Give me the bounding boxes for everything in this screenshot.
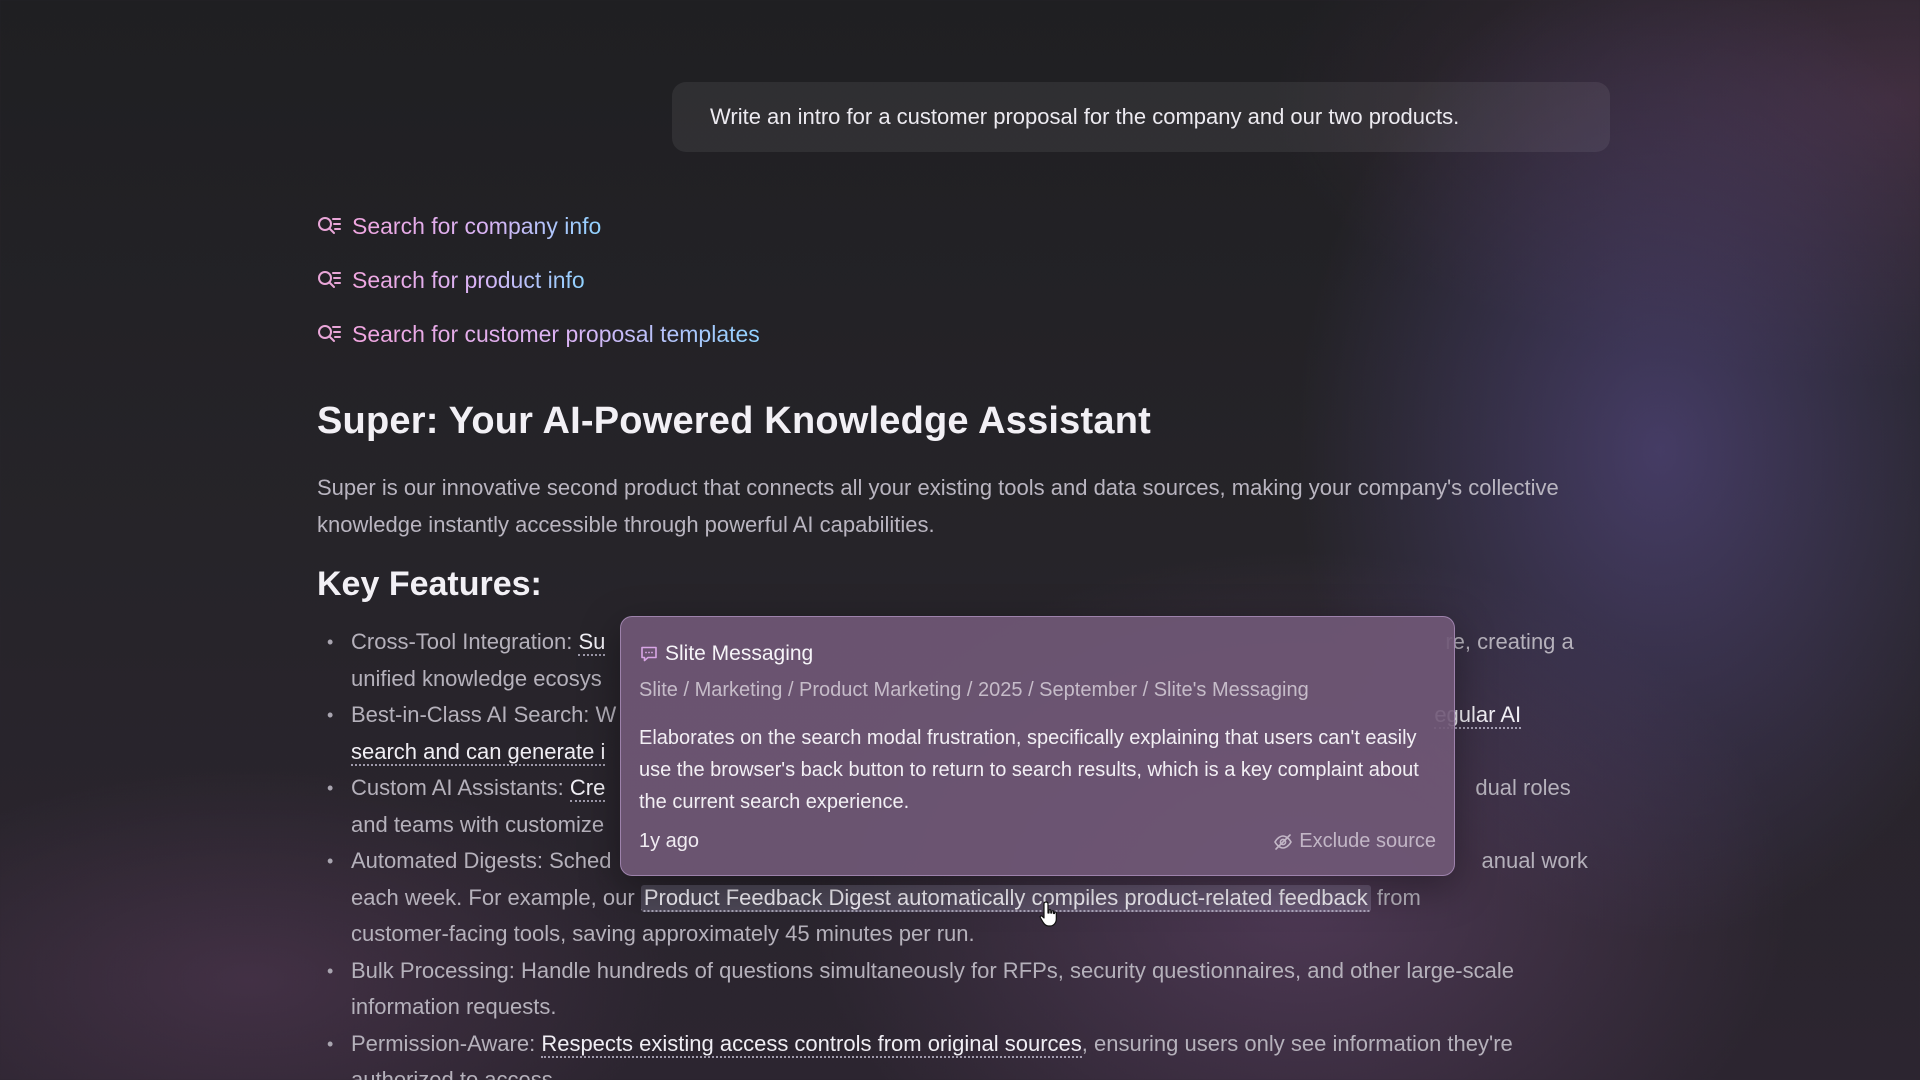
feature-text: Custom AI Assistants: [351, 775, 570, 800]
source-title[interactable]: Slite Messaging [639, 639, 1436, 669]
feature-text: customer-facing tools, saving approximat… [351, 921, 975, 946]
source-footer: 1y ago Exclude source [639, 830, 1436, 853]
citation-link-highlighted[interactable]: Product Feedback Digest automatically co… [640, 884, 1371, 912]
prompt-bubble: Write an intro for a customer proposal f… [672, 82, 1610, 152]
message-icon [639, 644, 659, 664]
doc-title: Super: Your AI-Powered Knowledge Assista… [317, 400, 1151, 442]
list-item: Permission-Aware: Respects existing acce… [317, 1026, 1617, 1080]
source-timestamp: 1y ago [639, 830, 700, 852]
step-product-info[interactable]: Search for product info [316, 253, 760, 307]
feature-text: Best-in-Class AI Search: W [351, 702, 617, 727]
feature-text: from [1370, 884, 1421, 910]
features-heading: Key Features: [317, 565, 542, 603]
exclude-source-button[interactable]: Exclude source [1273, 830, 1436, 853]
source-path: Slite / Marketing / Product Marketing / … [639, 679, 1309, 701]
search-list-icon [316, 267, 342, 293]
list-item: Bulk Processing: Handle hundreds of ques… [317, 953, 1617, 1026]
citation-link[interactable]: search and can generate i [351, 738, 606, 766]
feature-text: Automated Digests: Sched [351, 848, 612, 873]
step-label: Search for product info [352, 266, 585, 293]
feature-text: re, creating a [1445, 629, 1574, 654]
source-popover: Slite Messaging Slite / Marketing / Prod… [620, 616, 1455, 876]
step-label: Search for customer proposal templates [352, 320, 760, 347]
step-company-info[interactable]: Search for company info [316, 199, 760, 253]
exclude-source-label: Exclude source [1299, 830, 1436, 852]
doc-intro: Super is our innovative second product t… [317, 475, 1559, 537]
feature-text: and teams with customize [351, 811, 605, 837]
feature-text: unified knowledge ecosys [351, 665, 602, 691]
feature-text: each week. For example, our [351, 884, 641, 910]
citation-link[interactable]: Respects existing access controls from o… [541, 1030, 1082, 1058]
eye-off-icon [1273, 832, 1293, 852]
citation-link[interactable]: Su [578, 629, 606, 656]
feature-text: Cross-Tool Integration: [351, 629, 579, 654]
feature-text: anual work [1481, 848, 1588, 873]
feature-text: Bulk Processing: Handle hundreds of ques… [351, 957, 1514, 1020]
search-list-icon [316, 321, 342, 347]
source-title-text: Slite Messaging [665, 642, 814, 665]
prompt-text: Write an intro for a customer proposal f… [710, 104, 1460, 129]
agent-steps: Search for company info Search for produ… [316, 199, 760, 361]
step-proposal-templates[interactable]: Search for customer proposal templates [316, 307, 760, 361]
hand-cursor-icon [1038, 900, 1062, 930]
citation-link[interactable]: Cre [569, 775, 606, 802]
feature-text: dual roles [1475, 775, 1571, 800]
source-description: Elaborates on the search modal frustrati… [639, 727, 1419, 813]
search-list-icon [316, 213, 342, 239]
step-label: Search for company info [352, 212, 602, 239]
feature-text: Permission-Aware: [351, 1030, 542, 1056]
